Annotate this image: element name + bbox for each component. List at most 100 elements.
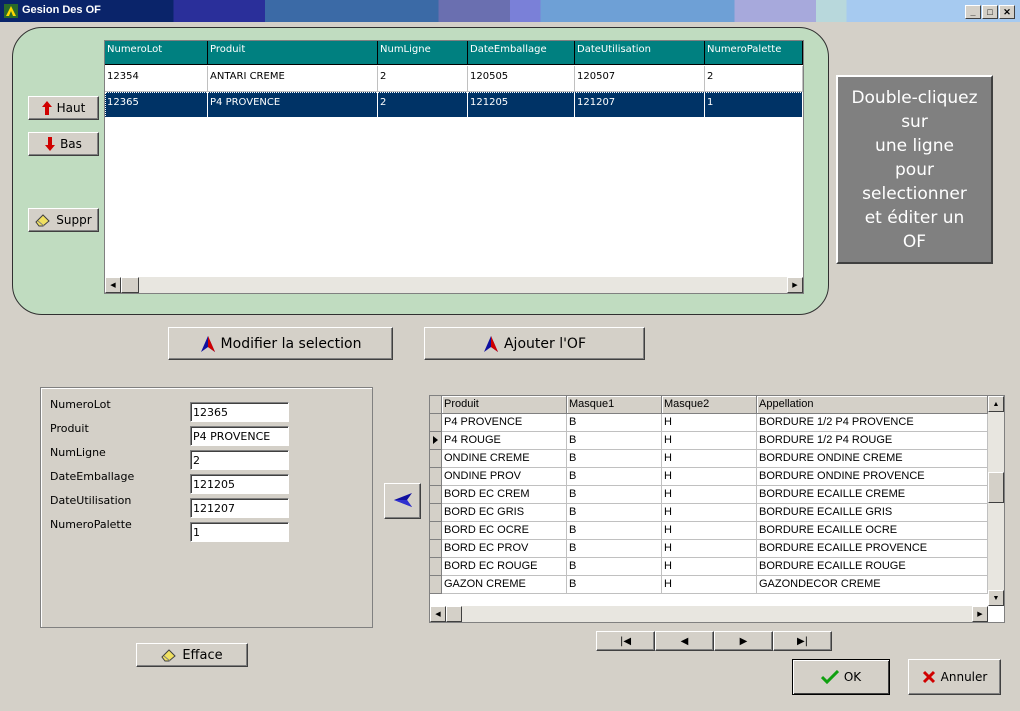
column-header[interactable]: NumLigne [378,41,468,65]
numeropalette-input[interactable]: 1 [190,522,289,542]
clear-button[interactable]: Efface [136,643,248,667]
table-cell: H [662,558,757,576]
ok-button[interactable]: OK [792,659,890,695]
scroll-right-button[interactable]: ▶ [787,277,803,293]
add-of-button[interactable]: Ajouter l'OF [424,327,645,360]
column-header[interactable]: Masque1 [567,396,662,414]
previous-icon: ◀ [680,635,689,647]
dateemballage-input[interactable]: 121205 [190,474,289,494]
last-record-button[interactable]: ▶| [773,631,832,651]
modify-selection-button[interactable]: Modifier la selection [168,327,393,360]
scroll-thumb[interactable] [988,472,1004,503]
title-bar[interactable]: Gesion Des OF _ □ ✕ [0,0,1020,22]
scroll-right-button[interactable]: ▶ [972,606,988,622]
move-up-label: Haut [56,101,86,115]
table-cell: ONDINE CREME [442,450,567,468]
table-cell: P4 PROVENCE [442,414,567,432]
table-cell: 121205 [468,92,575,118]
table-cell: BORDURE ECAILLE ROUGE [757,558,988,576]
table-cell: H [662,414,757,432]
current-row-icon [433,436,438,444]
dateutilisation-input[interactable]: 121207 [190,498,289,518]
column-header[interactable]: NumeroLot [105,41,208,65]
row-indicator[interactable] [430,486,442,504]
table-cell: B [567,576,662,594]
field-label: NumeroPalette [50,518,132,531]
hint-line: pour [895,159,934,180]
minimize-button[interactable]: _ [965,5,981,19]
scroll-down-button[interactable]: ▼ [988,590,1004,606]
column-header[interactable]: DateEmballage [468,41,575,65]
close-icon: ✕ [1003,6,1011,17]
table-cell: H [662,450,757,468]
column-header[interactable]: Appellation [757,396,988,414]
last-icon: ▶| [796,635,809,647]
scroll-left-button[interactable]: ◀ [430,606,446,622]
maximize-button[interactable]: □ [982,5,998,19]
scroll-left-button[interactable]: ◀ [105,277,121,293]
move-up-button[interactable]: Haut [28,96,99,120]
vertical-scrollbar[interactable]: ▲ ▼ [988,396,1004,606]
hint-panel: Double-cliquez sur une ligne pour select… [836,75,993,264]
scroll-thumb[interactable] [121,277,139,293]
scroll-up-button[interactable]: ▲ [988,396,1004,412]
table-cell: H [662,432,757,450]
product-grid[interactable]: Produit Masque1 Masque2 Appellation P4 P… [429,395,1005,623]
hint-line: et éditer un [864,207,965,228]
column-header[interactable]: NumeroPalette [705,41,803,65]
of-grid[interactable]: NumeroLot Produit NumLigne DateEmballage… [104,40,804,294]
column-header[interactable]: Produit [442,396,567,414]
table-cell: 120505 [468,66,575,92]
table-cell: BORDURE 1/2 P4 ROUGE [757,432,988,450]
row-indicator[interactable] [430,522,442,540]
row-indicator-header [430,396,442,414]
arrowhead-left-icon [393,492,412,511]
table-cell: BORDURE ECAILLE CREME [757,486,988,504]
previous-record-button[interactable]: ◀ [655,631,714,651]
app-icon [4,4,18,18]
numligne-input[interactable]: 2 [190,450,289,470]
table-cell: H [662,486,757,504]
table-cell: 12365 [105,92,208,118]
clear-label: Efface [182,647,223,663]
column-header[interactable]: Masque2 [662,396,757,414]
hint-line: OF [902,231,927,252]
table-cell: B [567,504,662,522]
row-indicator[interactable] [430,432,442,450]
table-cell: H [662,522,757,540]
cancel-button[interactable]: Annuler [908,659,1001,695]
column-header[interactable]: DateUtilisation [575,41,705,65]
row-indicator[interactable] [430,576,442,594]
column-header[interactable]: Produit [208,41,378,65]
minimize-icon: _ [970,6,976,17]
row-indicator[interactable] [430,558,442,576]
row-indicator[interactable] [430,504,442,522]
table-cell: P4 PROVENCE [208,92,378,118]
table-cell: GAZONDECOR CREME [757,576,988,594]
field-label: NumeroLot [50,398,111,411]
horizontal-scrollbar[interactable]: ◀ ▶ [430,606,988,622]
table-cell: ONDINE PROV [442,468,567,486]
table-cell: B [567,468,662,486]
first-record-button[interactable]: |◀ [596,631,655,651]
next-icon: ▶ [739,635,748,647]
row-indicator[interactable] [430,468,442,486]
scroll-thumb[interactable] [446,606,462,622]
arrowhead-up-icon [483,335,499,352]
move-down-button[interactable]: Bas [28,132,99,156]
table-cell: 12354 [105,66,208,92]
arrow-down-icon [45,137,56,151]
numerolot-input[interactable]: 12365 [190,402,289,422]
produit-input[interactable]: P4 PROVENCE [190,426,289,446]
delete-button[interactable]: Suppr [28,208,99,232]
table-cell: ANTARI CREME [208,66,378,92]
table-cell: H [662,540,757,558]
transfer-to-form-button[interactable] [384,483,421,519]
horizontal-scrollbar[interactable]: ◀ ▶ [105,277,803,293]
next-record-button[interactable]: ▶ [714,631,773,651]
row-indicator[interactable] [430,450,442,468]
row-indicator[interactable] [430,540,442,558]
table-cell: 2 [378,66,468,92]
row-indicator[interactable] [430,414,442,432]
close-button[interactable]: ✕ [999,5,1015,19]
